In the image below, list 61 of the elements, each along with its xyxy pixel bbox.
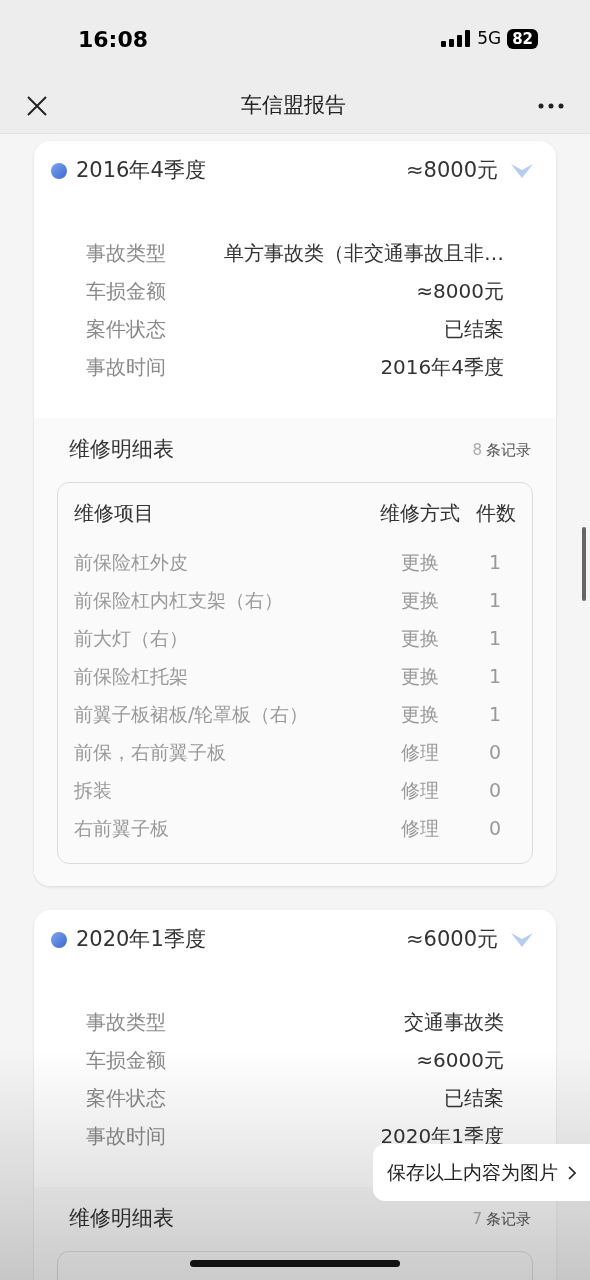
info-label: 车损金额: [86, 1047, 167, 1074]
details-title: 维修明细表: [69, 436, 174, 464]
table-cell-text: 更换: [400, 701, 440, 727]
table-cell-text: 更换: [400, 663, 440, 689]
table-cell-text: 拆装: [74, 777, 113, 803]
table-cell-text: 更换: [400, 549, 440, 575]
signal-icon: [441, 29, 472, 49]
info-label: 车损金额: [86, 278, 167, 305]
table-cell-text: 修理: [400, 815, 440, 841]
info-label: 案件状态: [86, 1085, 167, 1112]
table-cell-text: 前翼子板裙板/轮罩板（右）: [74, 701, 310, 727]
info-label: 事故类型: [86, 240, 167, 267]
record-count: 8: [472, 439, 482, 461]
record-period: 2016年4季度: [76, 157, 206, 185]
table-cell-text: 0: [487, 815, 503, 841]
table-cell-text: 修理: [400, 739, 440, 765]
info-label: 事故时间: [86, 1123, 167, 1150]
record-amount: ≈6000元: [405, 926, 498, 954]
table-cell-text: 1: [487, 701, 503, 727]
table-cell-text: 右前翼子板: [74, 815, 170, 841]
battery-icon: 82: [507, 29, 538, 49]
info-value: 已结案: [444, 316, 504, 343]
table-cell-text: 更换: [400, 625, 440, 651]
info-value: 单方事故类（非交通事故且非…: [224, 240, 504, 267]
table-cell-text: 前保，右前翼子板: [74, 739, 227, 765]
details-title: 维修明细表: [69, 1205, 174, 1233]
status-time: 16:08: [78, 25, 149, 54]
info-value: ≈8000元: [416, 278, 504, 305]
table-cell-text: 0: [487, 777, 503, 803]
record-count-unit: 条记录: [486, 439, 531, 461]
record-count: 7: [472, 1208, 482, 1230]
record-amount: ≈8000元: [405, 157, 498, 185]
info-value: 交通事故类: [404, 1009, 504, 1036]
info-label: 事故类型: [86, 1009, 167, 1036]
info-value: ≈6000元: [416, 1047, 504, 1074]
table-cell-text: 前保险杠内杠支架（右）: [74, 587, 284, 613]
table-cell-text: 前保险杠外皮: [74, 549, 189, 575]
save-image-button[interactable]: 保存以上内容为图片: [373, 1144, 590, 1201]
info-value: 已结案: [444, 1085, 504, 1112]
column-header: 维修项目: [74, 500, 155, 527]
chevron-right-icon: [568, 1165, 576, 1180]
table-cell-text: 更换: [400, 587, 440, 613]
close-icon[interactable]: [26, 94, 48, 117]
info-label: 事故时间: [86, 354, 167, 381]
table-cell-text: 1: [487, 587, 503, 613]
table-cell-text: 1: [487, 625, 503, 651]
info-value: 2016年4季度: [380, 354, 504, 381]
record-period: 2020年1季度: [76, 926, 206, 954]
table-cell-text: 1: [487, 663, 503, 689]
record-count-unit: 条记录: [486, 1208, 531, 1230]
table-cell-text: 0: [487, 739, 503, 765]
page-title: 车信盟报告: [239, 91, 347, 119]
table-cell-text: 前大灯（右）: [74, 625, 189, 651]
info-label: 案件状态: [86, 316, 167, 343]
more-icon[interactable]: [538, 102, 564, 109]
column-header: 维修方式: [379, 500, 461, 527]
network-label: 5G: [477, 27, 502, 51]
table-cell-text: 修理: [400, 777, 440, 803]
table-cell-text: 前保险杠托架: [74, 663, 189, 689]
table-cell-text: 1: [487, 549, 503, 575]
column-header: 件数: [475, 500, 516, 527]
